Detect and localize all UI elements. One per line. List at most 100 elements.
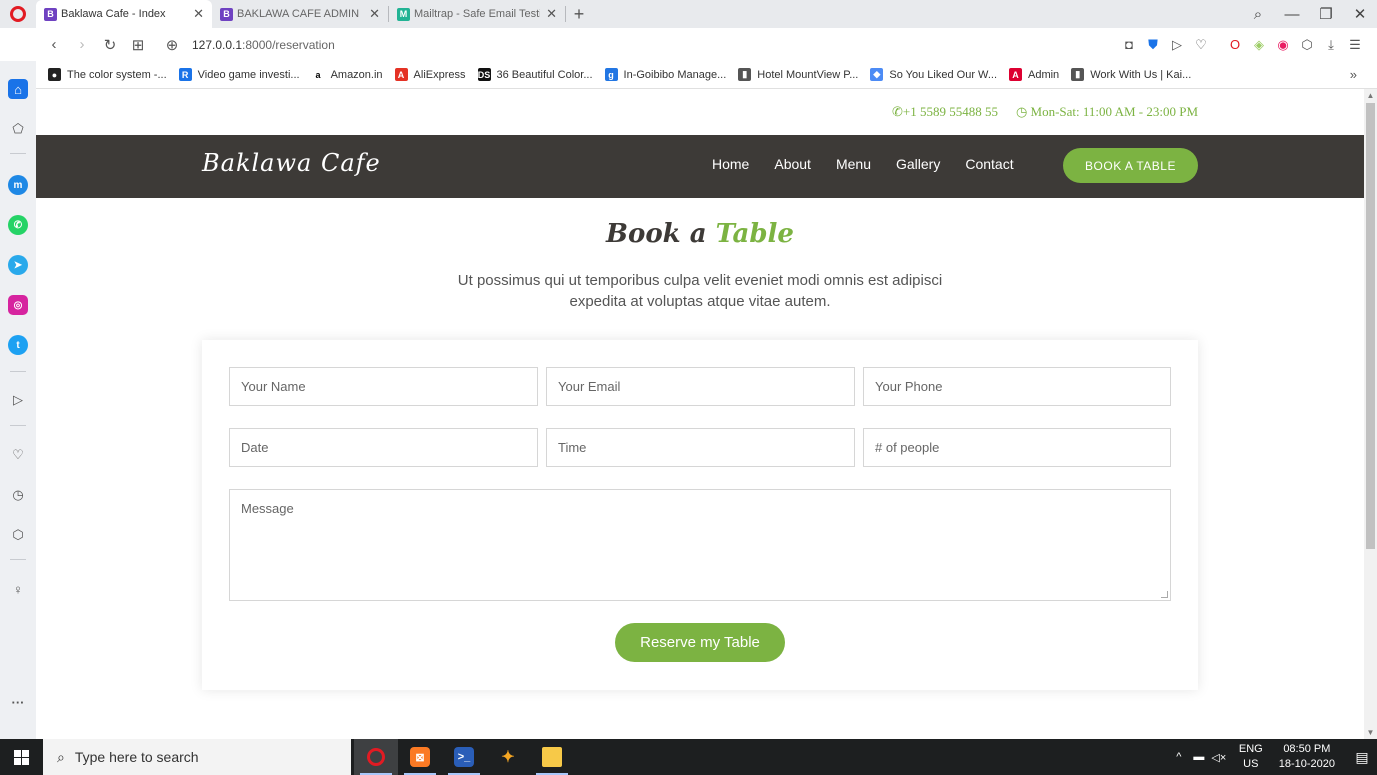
section-title-part2: Table bbox=[715, 219, 794, 249]
bookmark-item[interactable]: ◆ So You Liked Our W... bbox=[870, 68, 997, 81]
cube-icon[interactable]: ⬡ bbox=[1295, 37, 1319, 53]
bookmark-item[interactable]: ● The color system -... bbox=[48, 68, 167, 81]
date-input[interactable]: Date bbox=[229, 428, 538, 467]
menu-menu[interactable]: Menu bbox=[836, 156, 871, 172]
menu-home[interactable]: Home bbox=[712, 156, 749, 172]
opera-menu-icon[interactable] bbox=[0, 0, 36, 28]
heart-icon[interactable]: ♡ bbox=[1189, 37, 1213, 53]
close-tab-icon[interactable]: ✕ bbox=[193, 6, 204, 22]
taskbar-search[interactable]: ⌕ Type here to search bbox=[43, 739, 351, 775]
system-tray: ^ ▬ ◁× ENG US 08:50 PM 18-10-2020 ▤ bbox=[1169, 739, 1377, 775]
minimize-icon[interactable]: — bbox=[1275, 6, 1309, 23]
close-tab-icon[interactable]: ✕ bbox=[369, 6, 380, 22]
instagram-icon[interactable]: ◎ bbox=[8, 295, 28, 315]
url-field[interactable]: 127.0.0.1:8000/reservation bbox=[192, 38, 335, 52]
bookmark-item[interactable]: DS 36 Beautiful Color... bbox=[477, 68, 593, 81]
bookmark-item[interactable]: R Video game investi... bbox=[178, 68, 300, 81]
back-icon[interactable]: ‹ bbox=[40, 36, 68, 53]
bookmarks-icon[interactable]: ⬠ bbox=[8, 119, 28, 139]
taskbar-file-explorer[interactable] bbox=[530, 739, 574, 775]
close-window-icon[interactable]: ✕ bbox=[1343, 5, 1377, 23]
bookmark-label: So You Liked Our W... bbox=[889, 68, 997, 81]
tab-search-icon[interactable]: ⌕ bbox=[1241, 6, 1275, 23]
browser-tab-admin[interactable]: B BAKLAWA CAFE ADMIN PA ✕ bbox=[212, 0, 388, 28]
section-title: Book a Table bbox=[36, 219, 1364, 249]
taskbar-xampp[interactable]: ⊠ bbox=[398, 739, 442, 775]
send-icon[interactable]: ▷ bbox=[8, 390, 28, 410]
windows-start-icon[interactable] bbox=[0, 739, 42, 775]
site-info-icon[interactable]: ⊕ bbox=[158, 36, 186, 54]
download-icon[interactable]: ⤓ bbox=[1319, 37, 1343, 53]
lightbulb-icon[interactable]: ♀ bbox=[8, 579, 28, 599]
input-language[interactable]: ENG US bbox=[1239, 742, 1263, 772]
name-input[interactable]: Your Name bbox=[229, 367, 538, 406]
github-icon: ● bbox=[48, 68, 61, 81]
address-bar-tools: ◘ ⛊ ▷ ♡ O ◈ ◉ ⬡ ⤓ ☰ bbox=[1117, 28, 1367, 61]
browser-tab-strip: B Baklawa Cafe - Index ✕ B BAKLAWA CAFE … bbox=[0, 0, 1377, 28]
taskbar-powershell[interactable]: >_ bbox=[442, 739, 486, 775]
lang-code: ENG bbox=[1238, 743, 1263, 755]
notifications-icon[interactable]: ▤ bbox=[1347, 749, 1377, 766]
resize-handle-icon[interactable] bbox=[1161, 591, 1168, 598]
menu-about[interactable]: About bbox=[774, 156, 811, 172]
volume-muted-icon[interactable]: ◁× bbox=[1209, 751, 1229, 764]
bookmark-item[interactable]: ▮ Work With Us | Kai... bbox=[1071, 68, 1191, 81]
bootstrap-favicon-icon: B bbox=[44, 7, 57, 21]
message-textarea[interactable]: Message bbox=[229, 489, 1171, 601]
reserve-button[interactable]: Reserve my Table bbox=[615, 623, 785, 662]
telegram-icon[interactable]: ➤ bbox=[8, 255, 28, 275]
twitter-icon[interactable]: t bbox=[8, 335, 28, 355]
history-icon[interactable]: ◷ bbox=[8, 485, 28, 505]
taskbar-app[interactable]: ✦ bbox=[486, 739, 530, 775]
opera-extension-icon[interactable]: O bbox=[1223, 37, 1247, 52]
easy-setup-icon[interactable]: ☰ bbox=[1343, 37, 1367, 53]
adblock-shield-icon[interactable]: ⛊ bbox=[1141, 37, 1165, 53]
tray-overflow-icon[interactable]: ^ bbox=[1169, 751, 1189, 763]
send-icon[interactable]: ▷ bbox=[1165, 37, 1189, 53]
bookmark-item[interactable]: ▮ Hotel MountView P... bbox=[738, 68, 858, 81]
phone-input[interactable]: Your Phone bbox=[863, 367, 1171, 406]
snapshot-icon[interactable]: ◘ bbox=[1117, 37, 1141, 52]
main-menu: Home About Menu Gallery Contact bbox=[712, 156, 1014, 172]
taskbar-opera[interactable] bbox=[354, 739, 398, 775]
speed-dial-icon[interactable]: ⊞ bbox=[124, 36, 152, 54]
bookmark-item[interactable]: a Amazon.in bbox=[311, 68, 383, 81]
scrollbar-thumb[interactable] bbox=[1366, 103, 1375, 549]
whatsapp-icon[interactable]: ✆ bbox=[8, 215, 28, 235]
menu-gallery[interactable]: Gallery bbox=[896, 156, 940, 172]
time-input[interactable]: Time bbox=[546, 428, 855, 467]
bookmark-item[interactable]: g In-Goibibo Manage... bbox=[604, 68, 726, 81]
web-page: ✆+1 5589 55488 55 ◷ Mon-Sat: 11:00 AM - … bbox=[36, 89, 1364, 739]
heart-icon[interactable]: ♡ bbox=[8, 445, 28, 465]
menu-contact[interactable]: Contact bbox=[965, 156, 1013, 172]
messenger-icon[interactable]: m bbox=[8, 175, 28, 195]
bookmark-item[interactable]: A AliExpress bbox=[394, 68, 466, 81]
book-a-table-button[interactable]: BOOK A TABLE bbox=[1063, 148, 1198, 183]
home-icon[interactable]: ⌂ bbox=[8, 79, 28, 99]
color-picker-icon[interactable]: ◉ bbox=[1271, 37, 1295, 53]
browser-tab-mailtrap[interactable]: M Mailtrap - Safe Email Testin ✕ bbox=[389, 0, 565, 28]
bookmarks-overflow-icon[interactable]: » bbox=[1350, 67, 1357, 82]
email-input[interactable]: Your Email bbox=[546, 367, 855, 406]
bookmark-item[interactable]: A Admin bbox=[1009, 68, 1059, 81]
close-tab-icon[interactable]: ✕ bbox=[546, 6, 557, 22]
more-icon[interactable]: ··· bbox=[8, 692, 28, 712]
reservation-form: Your Name Your Email Your Phone Date Tim… bbox=[202, 340, 1198, 690]
scroll-down-icon[interactable]: ▼ bbox=[1364, 728, 1377, 737]
opening-hours: Mon-Sat: 11:00 AM - 23:00 PM bbox=[1030, 104, 1198, 119]
new-tab-icon[interactable]: + bbox=[566, 4, 592, 25]
reload-icon[interactable]: ↻ bbox=[96, 36, 124, 54]
extensions-icon[interactable]: ⬡ bbox=[8, 525, 28, 545]
browser-tab-baklawa-index[interactable]: B Baklawa Cafe - Index ✕ bbox=[36, 0, 212, 28]
extension-icon[interactable]: ◈ bbox=[1247, 37, 1271, 53]
windows-taskbar: ⌕ Type here to search ⊠ >_ ✦ ^ ▬ ◁× ENG U… bbox=[0, 739, 1377, 775]
site-logo[interactable]: Baklawa Cafe bbox=[202, 149, 381, 177]
page-scrollbar[interactable]: ▲ ▼ bbox=[1364, 89, 1377, 739]
scroll-up-icon[interactable]: ▲ bbox=[1364, 91, 1377, 100]
battery-icon[interactable]: ▬ bbox=[1189, 751, 1209, 763]
people-input[interactable]: # of people bbox=[863, 428, 1171, 467]
forward-icon[interactable]: › bbox=[68, 36, 96, 53]
section-description: Ut possimus qui ut temporibus culpa veli… bbox=[457, 272, 943, 310]
tray-clock[interactable]: 08:50 PM 18-10-2020 bbox=[1279, 742, 1335, 772]
restore-icon[interactable]: ❐ bbox=[1309, 5, 1343, 23]
